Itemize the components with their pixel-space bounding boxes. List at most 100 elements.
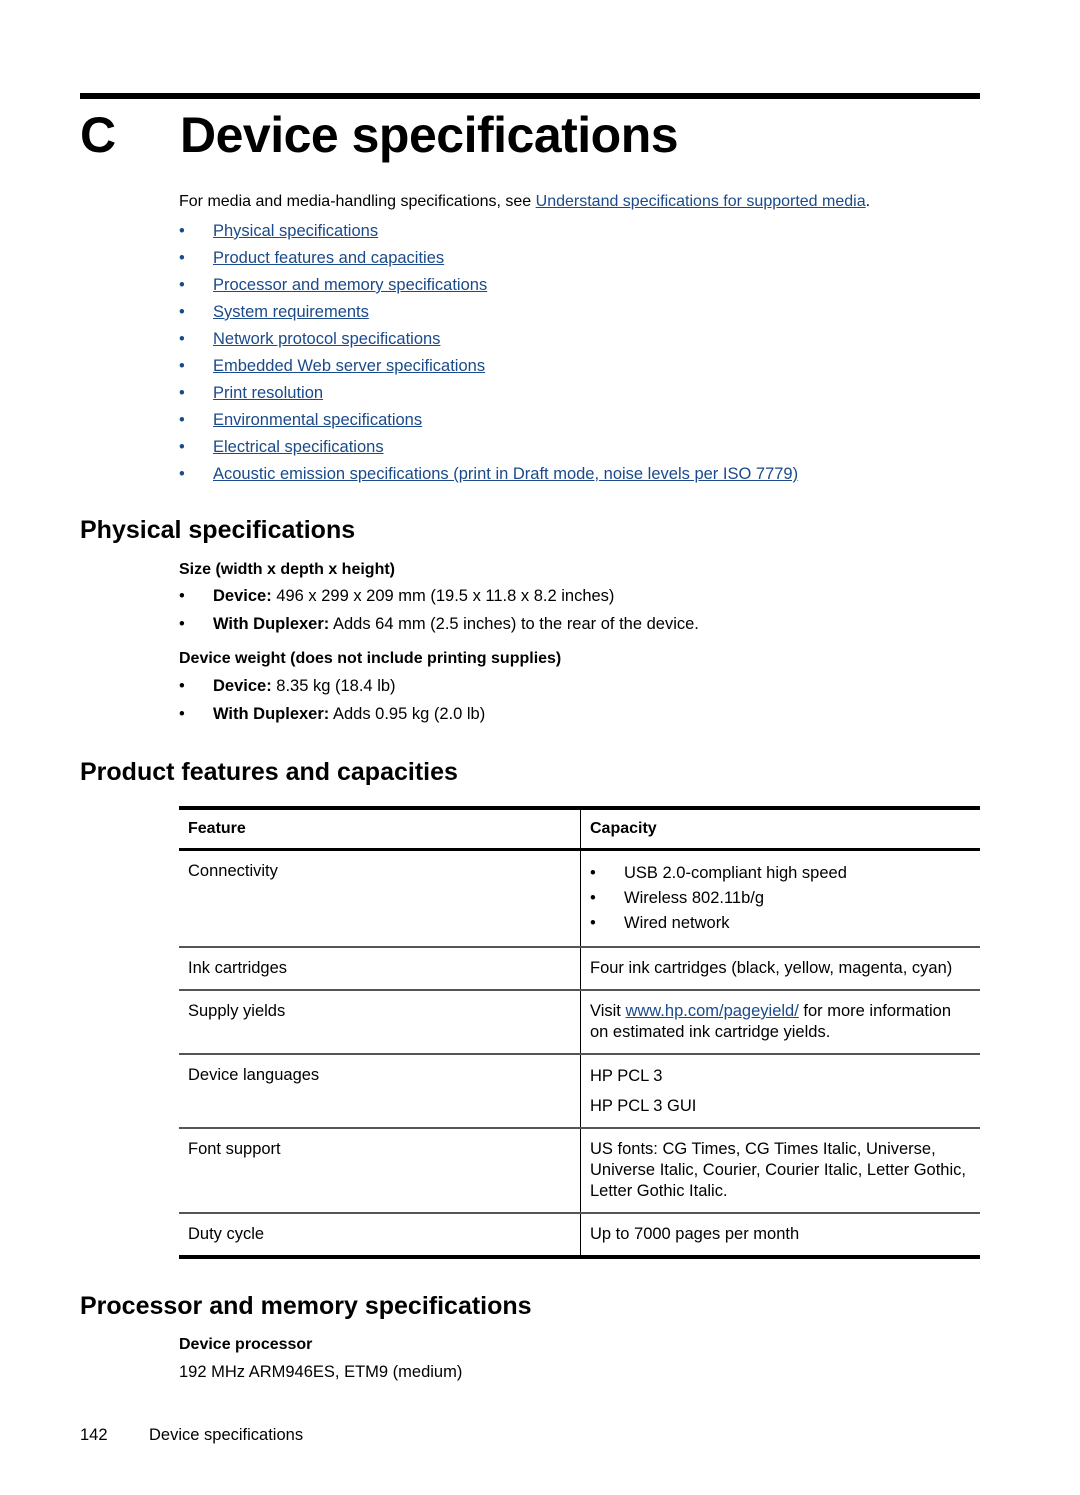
table-row: Supply yields Visit www.hp.com/pageyield… xyxy=(179,990,980,1054)
toc-link-acoustic[interactable]: Acoustic emission specifications (print … xyxy=(213,465,798,483)
size-item: • With Duplexer: Adds 64 mm (2.5 inches) … xyxy=(179,611,699,639)
chapter-rule xyxy=(80,93,980,99)
table-row: Connectivity • USB 2.0-compliant high spe… xyxy=(179,849,981,948)
toc-item: • Product features and capacities xyxy=(179,245,798,272)
capacity-cell: HP PCL 3 HP PCL 3 GUI xyxy=(581,1054,981,1128)
capacity-list: • USB 2.0-compliant high speed • Wireless … xyxy=(590,861,971,936)
capacity-list: HP PCL 3 HP PCL 3 GUI xyxy=(590,1061,971,1121)
toc-link-environmental[interactable]: Environmental specifications xyxy=(213,411,422,429)
capacity-text: Wireless 802.11b/g xyxy=(624,889,765,907)
toc-link-electrical[interactable]: Electrical specifications xyxy=(213,438,384,456)
toc-item: • Acoustic emission specifications (print… xyxy=(179,461,798,488)
toc-item: • Processor and memory specifications xyxy=(179,272,798,299)
feature-cell: Device languages xyxy=(179,1054,581,1128)
bullet-icon: • xyxy=(590,864,596,882)
capacity-text: USB 2.0-compliant high speed xyxy=(624,864,847,882)
toc-link-physical[interactable]: Physical specifications xyxy=(213,222,378,240)
toc-list: • Physical specifications • Product featur… xyxy=(179,218,798,488)
chapter-title-text: Device specifications xyxy=(180,107,679,163)
capacity-item: • USB 2.0-compliant high speed xyxy=(590,861,971,886)
page-number: 142 xyxy=(80,1426,108,1444)
item-label: With Duplexer: xyxy=(213,614,330,633)
weight-heading: Device weight (does not include printing… xyxy=(179,650,562,667)
toc-item: • Physical specifications xyxy=(179,218,798,245)
column-header-feature: Feature xyxy=(179,808,581,850)
media-specs-link[interactable]: Understand specifications for supported … xyxy=(536,193,866,210)
weight-item: • Device: 8.35 kg (18.4 lb) xyxy=(179,673,485,701)
table-row: Duty cycle Up to 7000 pages per month xyxy=(179,1213,980,1257)
capacity-item: HP PCL 3 xyxy=(590,1067,663,1085)
item-value: Adds 64 mm (2.5 inches) to the rear of t… xyxy=(329,614,699,633)
bullet-icon: • xyxy=(179,438,185,456)
bullet-icon: • xyxy=(179,303,185,321)
item-label: Device: xyxy=(213,677,272,695)
item-value: Adds 0.95 kg (2.0 lb) xyxy=(329,704,486,723)
capacity-item: • Wired network xyxy=(590,911,971,936)
page-footer: 142 Device specifications xyxy=(80,1424,303,1446)
processor-sub-heading: Device processor xyxy=(179,1336,313,1353)
table-row: Device languages HP PCL 3 HP PCL 3 GUI xyxy=(179,1054,980,1128)
intro-paragraph: For media and media-handling specificati… xyxy=(179,191,870,213)
toc-link-resolution[interactable]: Print resolution xyxy=(213,384,323,402)
toc-item: • Print resolution xyxy=(179,380,798,407)
weight-list: • Device: 8.35 kg (18.4 lb) • With Duplexe… xyxy=(179,673,485,728)
features-table: Feature Capacity Connectivity • USB 2.0-c… xyxy=(179,806,980,1259)
intro-text: For media and media-handling specificati… xyxy=(179,193,536,210)
bullet-icon: • xyxy=(179,587,185,605)
toc-link-network[interactable]: Network protocol specifications xyxy=(213,330,440,348)
heading-processor: Processor and memory specifications xyxy=(80,1292,532,1320)
item-label: Device: xyxy=(213,587,272,605)
bullet-icon: • xyxy=(590,889,596,907)
footer-section: Device specifications xyxy=(149,1426,304,1444)
toc-link-system[interactable]: System requirements xyxy=(213,303,369,321)
toc-link-processor[interactable]: Processor and memory specifications xyxy=(213,276,487,294)
item-label: With Duplexer: xyxy=(213,704,330,723)
bullet-icon: • xyxy=(179,222,185,240)
size-list: • Device: 496 x 299 x 209 mm (19.5 x 11.8… xyxy=(179,583,699,638)
capacity-text: Wired network xyxy=(624,914,730,932)
feature-cell: Supply yields xyxy=(179,990,581,1054)
bullet-icon: • xyxy=(179,384,185,402)
intro-suffix: . xyxy=(865,193,871,210)
table-row: Ink cartridges Four ink cartridges (blac… xyxy=(179,947,980,990)
bullet-icon: • xyxy=(179,704,185,723)
toc-item: • System requirements xyxy=(179,299,798,326)
size-item: • Device: 496 x 299 x 209 mm (19.5 x 11.8… xyxy=(179,583,699,611)
capacity-cell: • USB 2.0-compliant high speed • Wireless … xyxy=(581,850,981,948)
item-value: 496 x 299 x 209 mm (19.5 x 11.8 x 8.2 in… xyxy=(271,587,615,605)
item-value: 8.35 kg (18.4 lb) xyxy=(271,677,396,695)
processor-value: 192 MHz ARM946ES, ETM9 (medium) xyxy=(179,1363,463,1381)
feature-cell: Ink cartridges xyxy=(179,947,581,990)
bullet-icon: • xyxy=(179,357,185,375)
capacity-item: • Wireless 802.11b/g xyxy=(590,886,971,911)
toc-link-features[interactable]: Product features and capacities xyxy=(213,249,444,267)
capacity-item: HP PCL 3 GUI xyxy=(590,1097,697,1115)
bullet-icon: • xyxy=(179,677,185,695)
toc-item: • Electrical specifications xyxy=(179,434,798,461)
table-header-row: Feature Capacity xyxy=(179,808,980,850)
toc-item: • Network protocol specifications xyxy=(179,326,798,353)
pageyield-link[interactable]: www.hp.com/pageyield/ xyxy=(625,1002,798,1020)
capacity-text: Visit xyxy=(590,1002,626,1020)
feature-cell: Connectivity xyxy=(179,849,581,947)
bullet-icon: • xyxy=(179,249,185,267)
capacity-cell: Four ink cartridges (black, yellow, mage… xyxy=(590,959,953,977)
bullet-icon: • xyxy=(590,914,596,932)
heading-features: Product features and capacities xyxy=(80,758,458,786)
capacity-cell: US fonts: CG Times, CG Times Italic, Uni… xyxy=(590,1140,966,1200)
capacity-cell: Up to 7000 pages per month xyxy=(590,1225,800,1243)
toc-item: • Embedded Web server specifications xyxy=(179,353,798,380)
chapter-title: C Device specifications xyxy=(80,104,679,166)
chapter-letter: C xyxy=(80,107,116,163)
feature-cell: Duty cycle xyxy=(179,1213,581,1257)
column-header-capacity: Capacity xyxy=(590,820,657,837)
feature-cell: Font support xyxy=(179,1128,581,1213)
capacity-cell: Visit www.hp.com/pageyield/ for more inf… xyxy=(581,990,981,1054)
bullet-icon: • xyxy=(179,614,185,633)
heading-physical: Physical specifications xyxy=(80,516,356,544)
toc-link-ews[interactable]: Embedded Web server specifications xyxy=(213,357,485,375)
bullet-icon: • xyxy=(179,465,185,483)
bullet-icon: • xyxy=(179,276,185,294)
size-heading: Size (width x depth x height) xyxy=(179,561,395,578)
toc-item: • Environmental specifications xyxy=(179,407,798,434)
